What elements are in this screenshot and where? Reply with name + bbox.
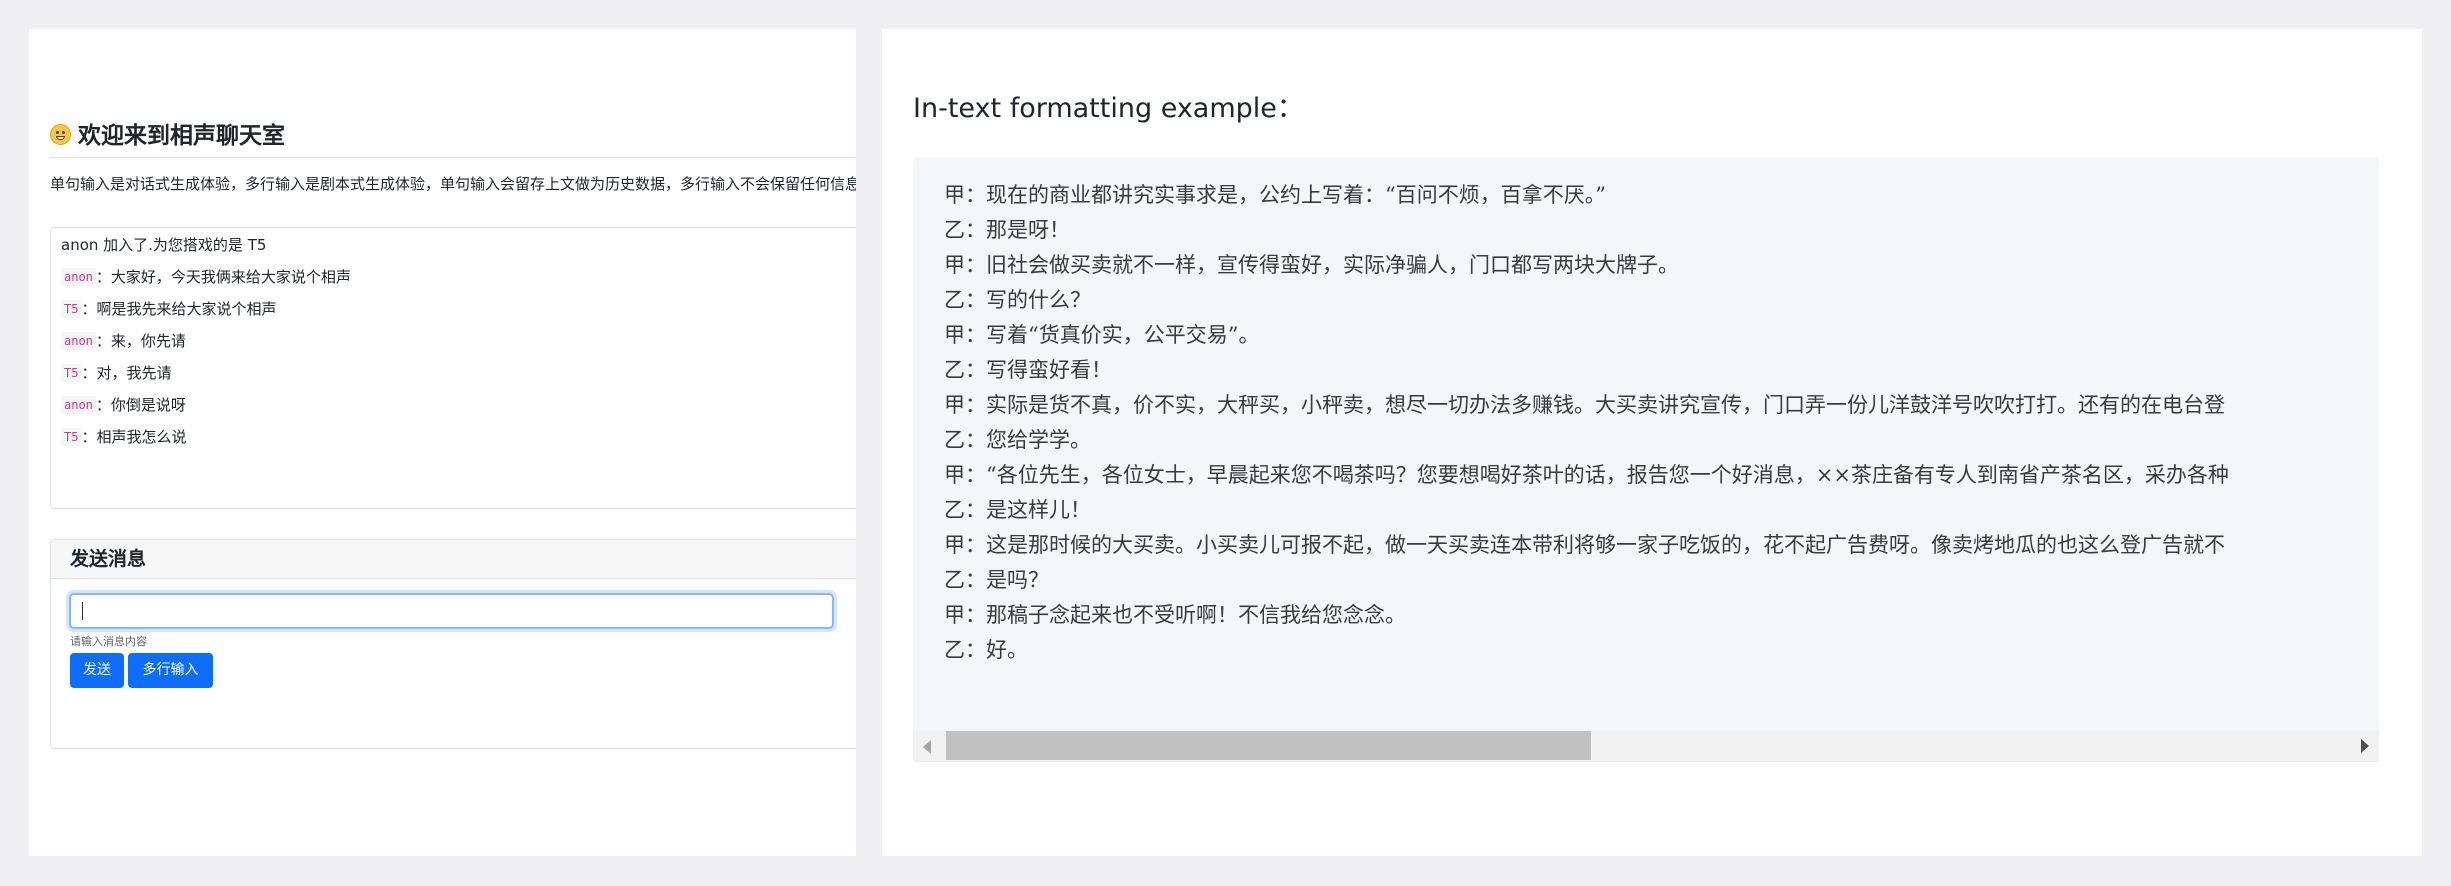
chat-message: anon ：你倒是说呀: [61, 394, 186, 416]
message-input[interactable]: [69, 593, 834, 629]
script-line: 乙：写得蛮好看！: [944, 358, 1112, 382]
script-line: 乙：那是呀！: [944, 218, 1070, 242]
code-block[interactable]: 甲：现在的商业都讲究实事求是，公约上写着：“百问不烦，百拿不厌。” 乙：那是呀！…: [913, 157, 2379, 762]
input-hint: 请输入消息内容: [70, 635, 147, 648]
chat-title-text: 欢迎来到相声聊天室: [78, 123, 285, 149]
sender-tag: anon: [61, 268, 96, 286]
title-divider: [50, 157, 856, 158]
chat-title: 欢迎来到相声聊天室: [50, 121, 285, 151]
send-message-card: 发送消息 请输入消息内容 发送 多行输入: [50, 539, 856, 749]
chat-message: anon ：来，你先请: [61, 330, 186, 352]
chat-message: T5 ：对，我先请: [61, 362, 171, 384]
scroll-right-arrow-icon[interactable]: [2361, 739, 2369, 753]
script-line: 乙：是吗？: [944, 568, 1049, 592]
script-line: 甲：这是那时候的大买卖。小买卖儿可报不起，做一天买卖连本带利将够一家子吃饭的，花…: [944, 533, 2225, 557]
script-line: 甲：写着“货真价实，公平交易”。: [944, 323, 1260, 347]
message-text: 啊是我先来给大家说个相声: [96, 300, 277, 318]
text-caret: [82, 602, 83, 620]
message-text: 来，你先请: [110, 332, 186, 350]
multiline-input-button[interactable]: 多行输入: [128, 653, 213, 688]
chat-message: T5 ：相声我怎么说: [61, 426, 186, 448]
sender-tag: T5: [61, 300, 82, 318]
chat-message: anon ：大家好，今天我俩来给大家说个相声: [61, 266, 351, 288]
message-text: 你倒是说呀: [110, 396, 186, 414]
system-message: anon 加入了.为您搭戏的是 T5: [61, 236, 267, 254]
message-text: 对，我先请: [96, 364, 172, 382]
script-line: 乙：是这样儿！: [944, 498, 1091, 522]
sender-tag: anon: [61, 396, 96, 414]
horizontal-scrollbar[interactable]: [913, 730, 2379, 762]
chat-panel: 欢迎来到相声聊天室 单句输入是对话式生成体验，多行输入是剧本式生成体验，单句输入…: [29, 29, 856, 856]
scroll-left-arrow-icon[interactable]: [923, 740, 931, 754]
smiley-icon: [50, 124, 71, 145]
send-button[interactable]: 发送: [70, 653, 124, 688]
message-text: 大家好，今天我俩来给大家说个相声: [110, 268, 351, 286]
script-line: 乙：好。: [944, 638, 1028, 662]
script-line: 甲：现在的商业都讲究实事求是，公约上写着：“百问不烦，百拿不厌。”: [944, 183, 1606, 207]
script-line: 乙：写的什么？: [944, 288, 1091, 312]
chat-description: 单句输入是对话式生成体验，多行输入是剧本式生成体验，单句输入会留存上文做为历史数…: [50, 175, 856, 193]
example-heading: In-text formatting example：: [913, 93, 1304, 124]
script-line: 甲：“各位先生，各位女士，早晨起来您不喝茶吗？您要想喝好茶叶的话，报告您一个好消…: [944, 463, 2229, 487]
sender-tag: T5: [61, 428, 82, 446]
scrollbar-thumb[interactable]: [946, 731, 1591, 760]
messages-box[interactable]: anon 加入了.为您搭戏的是 T5 anon ：大家好，今天我俩来给大家说个相声…: [50, 227, 856, 509]
sender-tag: T5: [61, 364, 82, 382]
send-card-title: 发送消息: [70, 548, 147, 570]
script-line: 甲：实际是货不真，价不实，大秤买，小秤卖，想尽一切办法多赚钱。大买卖讲究宣传，门…: [944, 393, 2225, 417]
message-text: 相声我怎么说: [96, 428, 187, 446]
script-line: 甲：旧社会做买卖就不一样，宣传得蛮好，实际净骗人，门口都写两块大牌子。: [944, 253, 1679, 277]
sender-tag: anon: [61, 332, 96, 350]
script-line: 乙：您给学学。: [944, 428, 1091, 452]
send-card-header: 发送消息: [51, 540, 856, 579]
chat-message: T5 ：啊是我先来给大家说个相声: [61, 298, 276, 320]
script-line: 甲：那稿子念起来也不受听啊！不信我给您念念。: [944, 603, 1406, 627]
example-panel: In-text formatting example： 甲：现在的商业都讲究实事…: [882, 29, 2422, 856]
